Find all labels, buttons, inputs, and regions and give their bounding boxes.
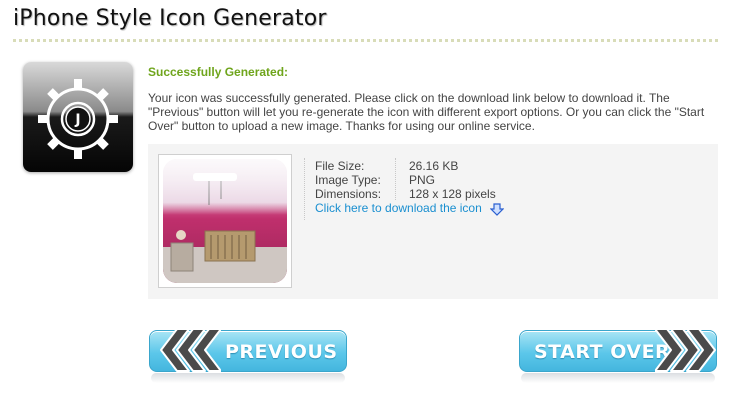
dimensions-label: Dimensions: [315, 187, 382, 201]
file-size-value: 26.16 KB [409, 159, 459, 173]
image-type-value: PNG [409, 173, 436, 187]
success-message: Your icon was successfully generated. Pl… [148, 91, 705, 133]
icon-preview-image [163, 159, 287, 283]
page-title: iPhone Style Icon Generator [13, 6, 327, 31]
chevron-right-icon [655, 328, 716, 372]
gear-icon: J [23, 62, 133, 172]
svg-text:J: J [74, 112, 80, 128]
previous-button[interactable]: PREVIOUS [149, 327, 347, 385]
image-type-label: Image Type: [315, 173, 381, 187]
title-divider [13, 39, 718, 42]
download-link[interactable]: Click here to download the icon [315, 201, 482, 215]
result-panel: File Size: 26.16 KB Image Type: PNG Dime… [148, 144, 718, 299]
icon-preview-frame [158, 154, 292, 288]
file-size-label: File Size: [315, 159, 365, 173]
chevron-left-icon [160, 328, 221, 372]
download-arrow-icon[interactable] [490, 203, 504, 217]
start-over-button-label: START OVER [534, 341, 671, 363]
previous-button-label: PREVIOUS [225, 341, 338, 363]
start-over-button[interactable]: START OVER [519, 327, 717, 385]
dimensions-value: 128 x 128 pixels [409, 187, 496, 201]
success-heading: Successfully Generated: [148, 65, 289, 79]
value-divider [395, 158, 396, 200]
info-divider [304, 158, 305, 220]
